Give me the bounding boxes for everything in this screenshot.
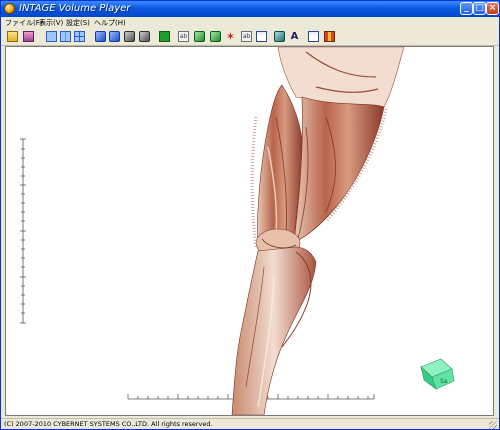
menu-settings[interactable]: 設定(S) <box>66 17 90 29</box>
green-square-icon[interactable] <box>159 31 170 42</box>
teal-cube-icon[interactable] <box>274 31 285 42</box>
quad-view-icon[interactable] <box>74 31 85 42</box>
color-grid-icon[interactable] <box>324 31 335 42</box>
layers-icon[interactable] <box>23 31 34 42</box>
preset-icon[interactable]: ab <box>178 31 189 42</box>
maximize-button[interactable]: □ <box>473 2 486 15</box>
rendered-volume: Sa <box>20 47 455 415</box>
blue-cube-icon[interactable] <box>95 31 106 42</box>
orientation-cube-label: Sa <box>440 378 448 385</box>
menu-view[interactable]: 表示(V) <box>39 17 63 29</box>
label-icon[interactable]: ab <box>241 31 252 42</box>
dual-view-icon[interactable] <box>60 31 71 42</box>
open-folder-icon[interactable] <box>7 31 18 42</box>
green-cube-icon[interactable] <box>194 31 205 42</box>
vertical-scale-ruler <box>20 138 26 324</box>
app-window: INTAGE Volume Player _ □ × ファイル(F) 表示(V)… <box>0 0 500 430</box>
blue-cube-2-icon[interactable] <box>109 31 120 42</box>
app-icon <box>4 3 15 14</box>
window-title: INTAGE Volume Player <box>19 3 131 14</box>
volume-viewport[interactable]: Sa <box>5 46 494 416</box>
text-a-icon[interactable]: A <box>289 31 300 42</box>
gray-cube-icon[interactable] <box>124 31 135 42</box>
status-bar: (C) 2007-2010 CYBERNET SYSTEMS CO.,LTD. … <box>1 418 499 429</box>
title-bar[interactable]: INTAGE Volume Player _ □ × <box>1 1 499 17</box>
leg-volume-render <box>231 47 405 415</box>
single-view-icon[interactable] <box>46 31 57 42</box>
toolbar: ab ✶ ab A <box>1 29 499 46</box>
copyright-text: (C) 2007-2010 CYBERNET SYSTEMS CO.,LTD. … <box>4 420 213 428</box>
panel-icon[interactable] <box>256 31 267 42</box>
gray-cube-2-icon[interactable] <box>139 31 150 42</box>
menu-help[interactable]: ヘルプ(H) <box>94 17 126 29</box>
menu-file[interactable]: ファイル(F) <box>5 17 43 29</box>
close-button[interactable]: × <box>486 2 499 15</box>
wire-cube-icon[interactable] <box>210 31 221 42</box>
window-icon[interactable] <box>308 31 319 42</box>
axes-icon[interactable]: ✶ <box>225 31 236 42</box>
orientation-cube[interactable]: Sa <box>420 358 455 390</box>
menu-bar: ファイル(F) 表示(V) 設定(S) ヘルプ(H) <box>1 17 499 29</box>
minimize-button[interactable]: _ <box>460 2 473 15</box>
resize-grip-icon[interactable] <box>489 421 497 429</box>
